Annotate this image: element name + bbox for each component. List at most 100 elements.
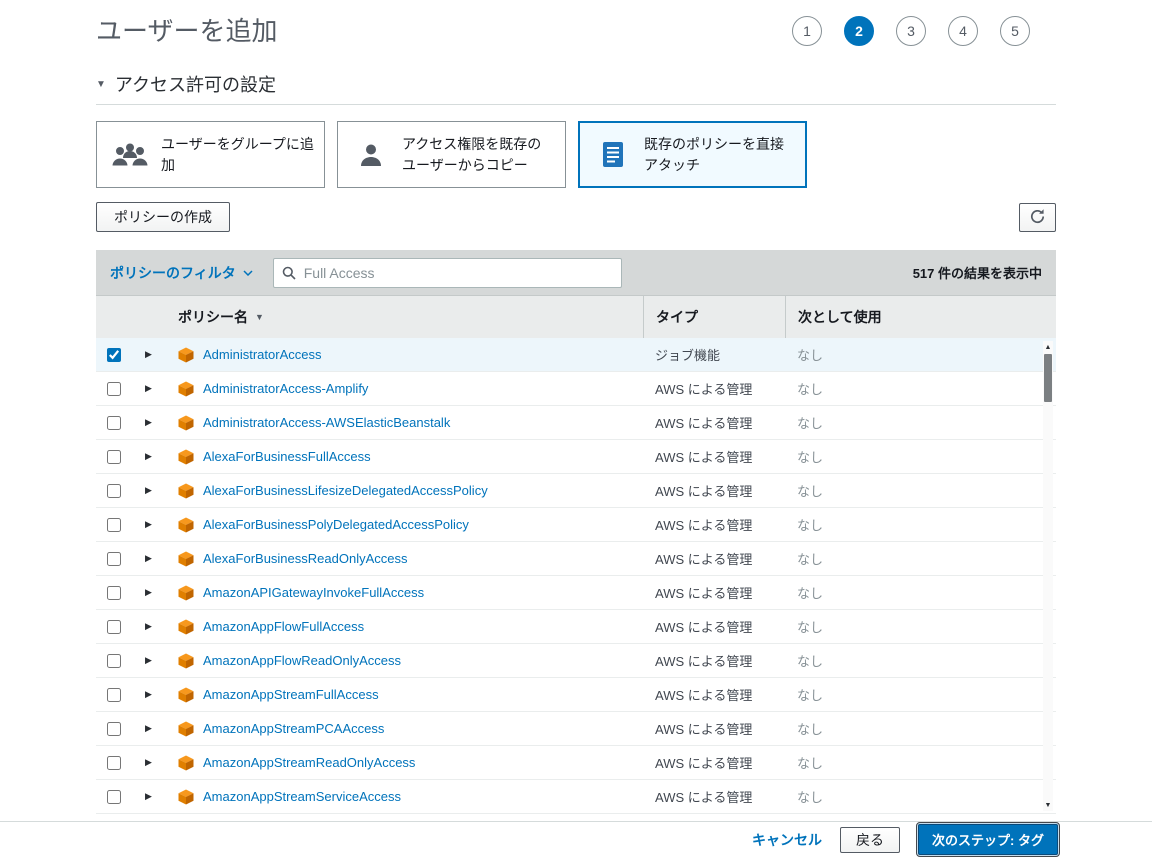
user-copy-icon [348,142,394,168]
policy-table-row: ▶ AlexaForBusinessPolyDelegatedAccessPol… [96,508,1056,542]
policy-used-as: なし [797,552,824,567]
policy-type: AWS による管理 [655,756,753,771]
create-policy-button[interactable]: ポリシーの作成 [96,202,230,232]
policy-row-checkbox[interactable] [106,789,121,804]
policy-name-link[interactable]: AlexaForBusinessFullAccess [203,449,371,464]
expand-row-icon[interactable]: ▶ [145,383,152,394]
policy-row-checkbox[interactable] [106,449,121,464]
policy-search-input[interactable] [272,257,622,288]
policy-name-link[interactable]: AmazonAppStreamFullAccess [203,687,379,702]
expand-row-icon[interactable]: ▶ [145,587,152,598]
policy-used-as: なし [797,756,824,771]
expand-row-icon[interactable]: ▶ [145,723,152,734]
policy-cube-icon [178,551,194,567]
policy-row-checkbox[interactable] [106,653,121,668]
policy-used-as: なし [797,688,824,703]
policy-cube-icon [178,755,194,771]
page-header: ユーザーを追加 1 2 3 4 5 [96,0,1056,48]
option-label: 既存のポリシーを直接アタッチ [644,136,784,173]
table-scrollbar[interactable]: ▲ ▼ [1043,341,1053,811]
option-copy-permissions[interactable]: アクセス権限を既存のユーザーからコピー [337,121,566,188]
policy-cube-icon [178,517,194,533]
column-header-policy-name[interactable]: ポリシー名 ▼ [166,296,643,338]
policy-filter-label: ポリシーのフィルタ [110,264,236,281]
refresh-button[interactable] [1019,202,1056,232]
expand-row-icon[interactable]: ▶ [145,417,152,428]
policy-name-link[interactable]: AdministratorAccess [203,347,321,362]
policy-type: AWS による管理 [655,382,753,397]
table-filter-bar: ポリシーのフィルタ 517 件の結果を表示中 [96,250,1056,296]
policy-name-link[interactable]: AmazonAppStreamPCAAccess [203,721,384,736]
scroll-down-arrow[interactable]: ▼ [1043,799,1053,811]
policy-table-row: ▶ AdministratorAccess-Amplify AWS による管理 … [96,372,1056,406]
policy-name-link[interactable]: AmazonAppFlowReadOnlyAccess [203,653,401,668]
back-button[interactable]: 戻る [840,826,901,853]
policy-row-checkbox[interactable] [106,687,121,702]
policy-table-row: ▶ AdministratorAccess-AWSElasticBeanstal… [96,406,1056,440]
policy-row-checkbox[interactable] [106,721,121,736]
policy-used-as: なし [797,620,824,635]
next-step-tags-button[interactable]: 次のステップ: タグ [916,822,1060,857]
policy-type: AWS による管理 [655,484,753,499]
policy-name-column-label: ポリシー名 [178,309,248,325]
expand-row-icon[interactable]: ▶ [145,655,152,666]
policy-row-checkbox[interactable] [106,517,121,532]
policy-cube-icon [178,415,194,431]
expand-row-icon[interactable]: ▶ [145,485,152,496]
policy-name-link[interactable]: AmazonAPIGatewayInvokeFullAccess [203,585,424,600]
wizard-footer: キャンセル 戻る 次のステップ: タグ [0,821,1152,857]
page-title: ユーザーを追加 [96,16,278,46]
policy-used-as: なし [797,416,824,431]
policy-row-checkbox[interactable] [106,755,121,770]
expand-row-icon[interactable]: ▶ [145,689,152,700]
policy-cube-icon [178,347,194,363]
policy-name-link[interactable]: AmazonAppStreamReadOnlyAccess [203,755,415,770]
policy-row-checkbox[interactable] [106,551,121,566]
policy-table-row: ▶ AlexaForBusinessFullAccess AWS による管理 な… [96,440,1056,474]
policy-row-checkbox[interactable] [106,381,121,396]
expand-row-icon[interactable]: ▶ [145,791,152,802]
policy-table-row: ▶ AdministratorAccess ジョブ機能 なし [96,338,1056,372]
policy-type: AWS による管理 [655,722,753,737]
option-label: ユーザーをグループに追加 [161,136,314,173]
scroll-up-arrow[interactable]: ▲ [1043,341,1053,353]
expand-row-icon[interactable]: ▶ [145,349,152,360]
policy-used-as: なし [797,382,824,397]
policy-row-checkbox[interactable] [106,585,121,600]
expand-row-icon[interactable]: ▶ [145,519,152,530]
policy-name-link[interactable]: AlexaForBusinessLifesizeDelegatedAccessP… [203,483,488,498]
expand-row-icon[interactable]: ▶ [145,757,152,768]
toolbar: ポリシーの作成 [96,202,1056,232]
policy-name-link[interactable]: AdministratorAccess-Amplify [203,381,368,396]
policy-row-checkbox[interactable] [106,347,121,362]
policy-row-checkbox[interactable] [106,415,121,430]
chevron-down-icon [243,269,253,276]
cancel-link[interactable]: キャンセル [752,830,822,850]
expand-row-icon[interactable]: ▶ [145,451,152,462]
scrollbar-thumb[interactable] [1044,354,1052,402]
policy-table-row: ▶ AmazonAppStreamReadOnlyAccess AWS による管… [96,746,1056,780]
policy-row-checkbox[interactable] [106,483,121,498]
policy-table-row: ▶ AmazonAppFlowFullAccess AWS による管理 なし [96,610,1056,644]
step-2: 2 [844,16,874,46]
permissions-section-header[interactable]: ▼ アクセス許可の設定 [96,74,1056,105]
policy-row-checkbox[interactable] [106,619,121,634]
policy-cube-icon [178,721,194,737]
policy-name-link[interactable]: AlexaForBusinessReadOnlyAccess [203,551,407,566]
policy-type: AWS による管理 [655,790,753,805]
policy-used-as: なし [797,722,824,737]
policy-type: AWS による管理 [655,450,753,465]
policy-type: AWS による管理 [655,688,753,703]
policy-name-link[interactable]: AdministratorAccess-AWSElasticBeanstalk [203,415,450,430]
policy-name-link[interactable]: AlexaForBusinessPolyDelegatedAccessPolic… [203,517,469,532]
expand-row-icon[interactable]: ▶ [145,553,152,564]
policy-filter-dropdown[interactable]: ポリシーのフィルタ [110,263,253,283]
policy-name-link[interactable]: AmazonAppStreamServiceAccess [203,789,401,804]
policy-name-link[interactable]: AmazonAppFlowFullAccess [203,619,364,634]
option-add-user-to-group[interactable]: ユーザーをグループに追加 [96,121,325,188]
policy-cube-icon [178,381,194,397]
expand-row-icon[interactable]: ▶ [145,621,152,632]
policy-search-box [272,257,622,288]
user-group-icon [107,142,153,168]
option-attach-existing-policies[interactable]: 既存のポリシーを直接アタッチ [578,121,807,188]
